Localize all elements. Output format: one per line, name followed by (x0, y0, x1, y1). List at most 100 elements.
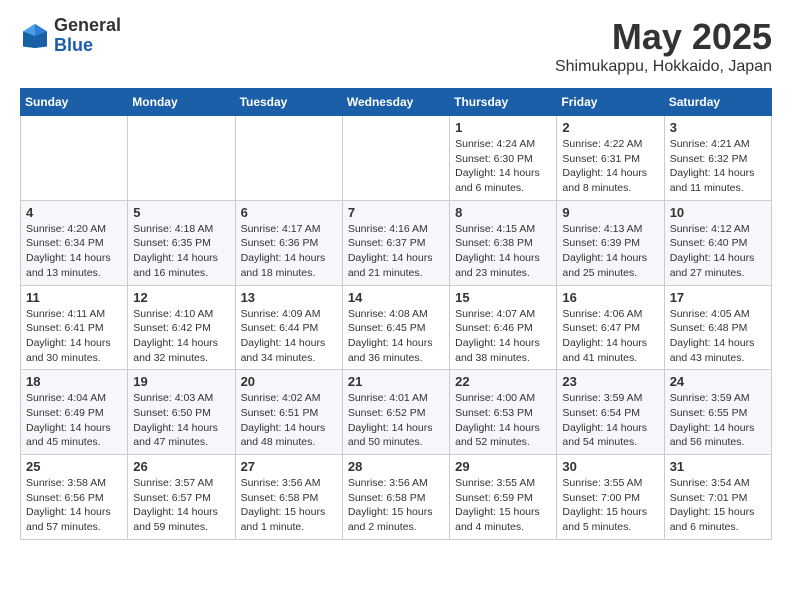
calendar-cell: 18 Sunrise: 4:04 AM Sunset: 6:49 PM Dayli… (21, 370, 128, 455)
day-info: Sunrise: 4:15 AM Sunset: 6:38 PM Dayligh… (455, 222, 551, 281)
calendar-cell: 25 Sunrise: 3:58 AM Sunset: 6:56 PM Dayli… (21, 455, 128, 540)
day-info: Sunrise: 4:20 AM Sunset: 6:34 PM Dayligh… (26, 222, 122, 281)
calendar-table: SundayMondayTuesdayWednesdayThursdayFrid… (20, 88, 772, 540)
logo-text: General Blue (54, 16, 121, 56)
month-title: May 2025 (555, 16, 772, 58)
day-number: 15 (455, 290, 551, 305)
day-number: 27 (241, 459, 337, 474)
day-info: Sunrise: 3:56 AM Sunset: 6:58 PM Dayligh… (348, 476, 444, 535)
day-info: Sunrise: 3:59 AM Sunset: 6:54 PM Dayligh… (562, 391, 658, 450)
day-number: 19 (133, 374, 229, 389)
calendar-cell: 3Sunrise: 4:21 AM Sunset: 6:32 PM Daylig… (664, 116, 771, 201)
calendar-cell: 20 Sunrise: 4:02 AM Sunset: 6:51 PM Dayli… (235, 370, 342, 455)
day-number: 16 (562, 290, 658, 305)
day-info: Sunrise: 4:10 AM Sunset: 6:42 PM Dayligh… (133, 307, 229, 366)
day-number: 17 (670, 290, 766, 305)
day-number: 10 (670, 205, 766, 220)
day-number: 7 (348, 205, 444, 220)
day-number: 18 (26, 374, 122, 389)
calendar-cell: 4 Sunrise: 4:20 AM Sunset: 6:34 PM Daylig… (21, 200, 128, 285)
day-number: 25 (26, 459, 122, 474)
calendar-cell: 17 Sunrise: 4:05 AM Sunset: 6:48 PM Dayli… (664, 285, 771, 370)
calendar-cell: 15 Sunrise: 4:07 AM Sunset: 6:46 PM Dayli… (450, 285, 557, 370)
calendar-cell: 16 Sunrise: 4:06 AM Sunset: 6:47 PM Dayli… (557, 285, 664, 370)
calendar-cell: 21Sunrise: 4:01 AM Sunset: 6:52 PM Dayli… (342, 370, 449, 455)
calendar-cell: 6 Sunrise: 4:17 AM Sunset: 6:36 PM Daylig… (235, 200, 342, 285)
calendar-cell: 31 Sunrise: 3:54 AM Sunset: 7:01 PM Dayli… (664, 455, 771, 540)
day-info: Sunrise: 4:05 AM Sunset: 6:48 PM Dayligh… (670, 307, 766, 366)
calendar-cell: 1 Sunrise: 4:24 AM Sunset: 6:30 PM Daylig… (450, 116, 557, 201)
day-number: 8 (455, 205, 551, 220)
day-number: 20 (241, 374, 337, 389)
logo-icon (20, 21, 50, 51)
day-info: Sunrise: 4:22 AM Sunset: 6:31 PM Dayligh… (562, 137, 658, 196)
calendar-cell (128, 116, 235, 201)
header: General Blue May 2025 Shimukappu, Hokkai… (20, 16, 772, 76)
day-info: Sunrise: 4:12 AM Sunset: 6:40 PM Dayligh… (670, 222, 766, 281)
week-row-5: 25 Sunrise: 3:58 AM Sunset: 6:56 PM Dayli… (21, 455, 772, 540)
calendar-cell: 2 Sunrise: 4:22 AM Sunset: 6:31 PM Daylig… (557, 116, 664, 201)
logo-blue: Blue (54, 36, 121, 56)
calendar-cell: 27 Sunrise: 3:56 AM Sunset: 6:58 PM Dayli… (235, 455, 342, 540)
calendar-cell: 11 Sunrise: 4:11 AM Sunset: 6:41 PM Dayli… (21, 285, 128, 370)
day-header-thursday: Thursday (450, 89, 557, 116)
day-info: Sunrise: 3:56 AM Sunset: 6:58 PM Dayligh… (241, 476, 337, 535)
day-info: Sunrise: 4:17 AM Sunset: 6:36 PM Dayligh… (241, 222, 337, 281)
calendar-cell: 12Sunrise: 4:10 AM Sunset: 6:42 PM Dayli… (128, 285, 235, 370)
day-number: 13 (241, 290, 337, 305)
calendar-cell: 8 Sunrise: 4:15 AM Sunset: 6:38 PM Daylig… (450, 200, 557, 285)
week-row-1: 1 Sunrise: 4:24 AM Sunset: 6:30 PM Daylig… (21, 116, 772, 201)
calendar-cell: 13Sunrise: 4:09 AM Sunset: 6:44 PM Dayli… (235, 285, 342, 370)
calendar-cell (235, 116, 342, 201)
day-info: Sunrise: 4:24 AM Sunset: 6:30 PM Dayligh… (455, 137, 551, 196)
day-info: Sunrise: 3:58 AM Sunset: 6:56 PM Dayligh… (26, 476, 122, 535)
day-info: Sunrise: 4:08 AM Sunset: 6:45 PM Dayligh… (348, 307, 444, 366)
day-header-sunday: Sunday (21, 89, 128, 116)
day-info: Sunrise: 4:06 AM Sunset: 6:47 PM Dayligh… (562, 307, 658, 366)
day-info: Sunrise: 4:11 AM Sunset: 6:41 PM Dayligh… (26, 307, 122, 366)
day-number: 14 (348, 290, 444, 305)
day-number: 5 (133, 205, 229, 220)
day-header-tuesday: Tuesday (235, 89, 342, 116)
day-header-wednesday: Wednesday (342, 89, 449, 116)
calendar-cell: 23 Sunrise: 3:59 AM Sunset: 6:54 PM Dayli… (557, 370, 664, 455)
day-header-monday: Monday (128, 89, 235, 116)
day-info: Sunrise: 4:03 AM Sunset: 6:50 PM Dayligh… (133, 391, 229, 450)
day-number: 2 (562, 120, 658, 135)
week-row-4: 18 Sunrise: 4:04 AM Sunset: 6:49 PM Dayli… (21, 370, 772, 455)
week-row-2: 4 Sunrise: 4:20 AM Sunset: 6:34 PM Daylig… (21, 200, 772, 285)
day-number: 28 (348, 459, 444, 474)
location-title: Shimukappu, Hokkaido, Japan (555, 58, 772, 76)
day-number: 24 (670, 374, 766, 389)
day-header-saturday: Saturday (664, 89, 771, 116)
day-header-friday: Friday (557, 89, 664, 116)
calendar-cell: 19 Sunrise: 4:03 AM Sunset: 6:50 PM Dayli… (128, 370, 235, 455)
calendar-header-row: SundayMondayTuesdayWednesdayThursdayFrid… (21, 89, 772, 116)
day-number: 1 (455, 120, 551, 135)
day-info: Sunrise: 4:04 AM Sunset: 6:49 PM Dayligh… (26, 391, 122, 450)
day-info: Sunrise: 3:54 AM Sunset: 7:01 PM Dayligh… (670, 476, 766, 535)
day-number: 6 (241, 205, 337, 220)
day-number: 3 (670, 120, 766, 135)
day-info: Sunrise: 4:07 AM Sunset: 6:46 PM Dayligh… (455, 307, 551, 366)
day-number: 30 (562, 459, 658, 474)
calendar-cell: 28 Sunrise: 3:56 AM Sunset: 6:58 PM Dayli… (342, 455, 449, 540)
day-info: Sunrise: 4:02 AM Sunset: 6:51 PM Dayligh… (241, 391, 337, 450)
calendar-cell (342, 116, 449, 201)
week-row-3: 11 Sunrise: 4:11 AM Sunset: 6:41 PM Dayli… (21, 285, 772, 370)
day-number: 29 (455, 459, 551, 474)
calendar-cell: 14 Sunrise: 4:08 AM Sunset: 6:45 PM Dayli… (342, 285, 449, 370)
calendar-cell: 9Sunrise: 4:13 AM Sunset: 6:39 PM Daylig… (557, 200, 664, 285)
day-info: Sunrise: 3:57 AM Sunset: 6:57 PM Dayligh… (133, 476, 229, 535)
day-number: 9 (562, 205, 658, 220)
day-number: 11 (26, 290, 122, 305)
title-block: May 2025 Shimukappu, Hokkaido, Japan (555, 16, 772, 76)
day-number: 31 (670, 459, 766, 474)
day-info: Sunrise: 4:16 AM Sunset: 6:37 PM Dayligh… (348, 222, 444, 281)
calendar-cell: 7 Sunrise: 4:16 AM Sunset: 6:37 PM Daylig… (342, 200, 449, 285)
day-info: Sunrise: 4:01 AM Sunset: 6:52 PM Dayligh… (348, 391, 444, 450)
calendar-cell: 22Sunrise: 4:00 AM Sunset: 6:53 PM Dayli… (450, 370, 557, 455)
day-number: 23 (562, 374, 658, 389)
day-number: 4 (26, 205, 122, 220)
day-info: Sunrise: 3:55 AM Sunset: 7:00 PM Dayligh… (562, 476, 658, 535)
